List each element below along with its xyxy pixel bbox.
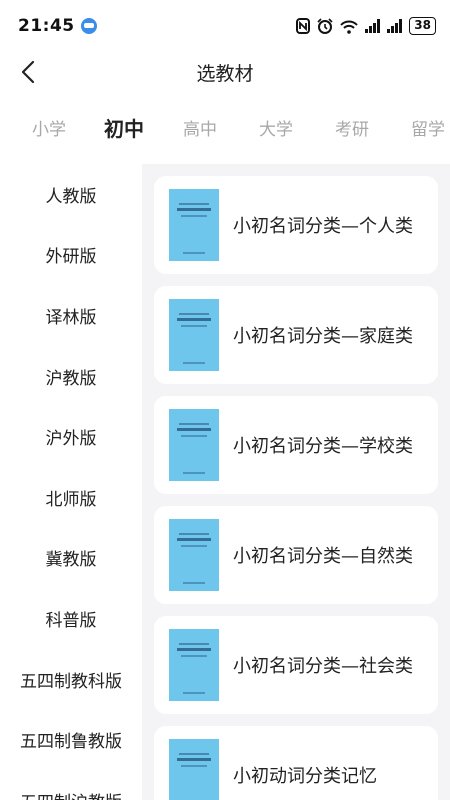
signal-5g-1-icon bbox=[365, 19, 381, 33]
book-cover-image bbox=[169, 739, 219, 800]
tab-primary[interactable]: 小学 bbox=[12, 115, 86, 140]
book-card[interactable]: 小初名词分类—自然类 bbox=[154, 506, 438, 604]
signal-5g-2-icon bbox=[387, 19, 403, 33]
chevron-left-icon bbox=[21, 60, 35, 84]
sidebar-item-edition[interactable]: 五四制鲁教版 bbox=[0, 709, 142, 770]
book-list: 小初名词分类—个人类 小初名词分类—家庭类 小初名词分类—学校类 小初名词分类—… bbox=[142, 164, 450, 800]
sidebar-item-edition[interactable]: 冀教版 bbox=[0, 528, 142, 589]
status-left: 21:45 bbox=[18, 16, 97, 36]
edition-sidebar: 人教版 外研版 译林版 沪教版 沪外版 北师版 冀教版 科普版 五四制教科版 五… bbox=[0, 164, 142, 800]
status-bar: 21:45 38 bbox=[0, 0, 450, 52]
book-title: 小初名词分类—社会类 bbox=[233, 656, 413, 677]
message-notification-icon bbox=[80, 18, 97, 34]
sidebar-item-edition[interactable]: 沪教版 bbox=[0, 346, 142, 407]
sidebar-item-edition[interactable]: 译林版 bbox=[0, 285, 142, 346]
book-card[interactable]: 小初名词分类—学校类 bbox=[154, 396, 438, 494]
book-cover-image bbox=[169, 409, 219, 481]
tab-study-abroad[interactable]: 留学 bbox=[390, 115, 450, 140]
book-title: 小初名词分类—家庭类 bbox=[233, 326, 413, 347]
sidebar-item-edition[interactable]: 五四制沪教版 bbox=[0, 770, 142, 800]
tab-university[interactable]: 大学 bbox=[238, 115, 314, 140]
tab-senior-high[interactable]: 高中 bbox=[162, 115, 238, 140]
alarm-icon bbox=[317, 18, 333, 34]
content-area: 人教版 外研版 译林版 沪教版 沪外版 北师版 冀教版 科普版 五四制教科版 五… bbox=[0, 164, 450, 800]
battery-icon: 38 bbox=[409, 17, 436, 35]
sidebar-item-edition[interactable]: 沪外版 bbox=[0, 406, 142, 467]
nfc-icon bbox=[296, 18, 311, 34]
status-time: 21:45 bbox=[18, 16, 75, 36]
book-cover-image bbox=[169, 189, 219, 261]
back-button[interactable] bbox=[14, 58, 42, 86]
book-card[interactable]: 小初名词分类—社会类 bbox=[154, 616, 438, 714]
book-title: 小初名词分类—学校类 bbox=[233, 436, 413, 457]
book-title: 小初名词分类—自然类 bbox=[233, 546, 413, 567]
sidebar-item-edition[interactable]: 人教版 bbox=[0, 164, 142, 225]
book-card[interactable]: 小初名词分类—家庭类 bbox=[154, 286, 438, 384]
book-card[interactable]: 小初名词分类—个人类 bbox=[154, 176, 438, 274]
status-right: 38 bbox=[296, 17, 436, 35]
tab-junior-high[interactable]: 初中 bbox=[86, 113, 162, 142]
book-cover-image bbox=[169, 299, 219, 371]
book-card[interactable]: 小初动词分类记忆 bbox=[154, 726, 438, 800]
book-cover-image bbox=[169, 519, 219, 591]
page-title: 选教材 bbox=[196, 62, 254, 85]
book-title: 小初名词分类—个人类 bbox=[233, 216, 413, 237]
stage-tabs: 小学 初中 高中 大学 考研 留学 bbox=[0, 104, 450, 150]
tab-postgraduate-exam[interactable]: 考研 bbox=[314, 115, 390, 140]
sidebar-item-edition[interactable]: 科普版 bbox=[0, 588, 142, 649]
book-cover-image bbox=[169, 629, 219, 701]
wifi-icon bbox=[340, 18, 359, 34]
sidebar-item-edition[interactable]: 北师版 bbox=[0, 467, 142, 528]
book-title: 小初动词分类记忆 bbox=[233, 766, 377, 787]
title-bar: 选教材 bbox=[0, 52, 450, 92]
sidebar-item-edition[interactable]: 五四制教科版 bbox=[0, 649, 142, 710]
sidebar-item-edition[interactable]: 外研版 bbox=[0, 225, 142, 286]
